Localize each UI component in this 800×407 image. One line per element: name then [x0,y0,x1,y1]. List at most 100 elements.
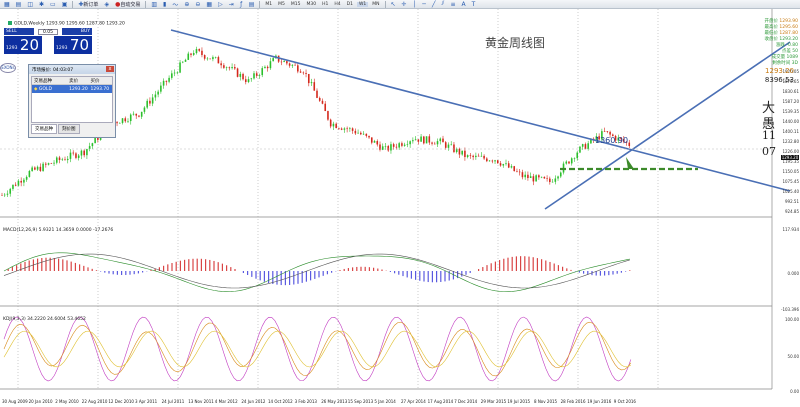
time-axis-label: 29 Mar 2015 [480,399,507,404]
chart-window[interactable]: GOLD,Weekly 1293.90 1295.60 1287.80 1293… [0,9,800,407]
candle-body [242,73,244,80]
sell-button[interactable]: 1293 20 [4,36,42,54]
candle-body [39,166,42,171]
autoscroll-icon[interactable]: ▷ [216,1,225,8]
candle-body [236,68,239,77]
timeframe-h4[interactable]: H4 [332,2,342,7]
candle-body [307,73,310,84]
timeframe-m1[interactable]: M1 [263,2,274,7]
candle-body [381,146,384,150]
price-axis-label: 1025.40 [782,189,799,194]
price-axis-label: 1226.00 [782,149,799,154]
timeframe-d1[interactable]: D1 [345,2,355,7]
candle-body [25,176,28,180]
candle-body [414,139,417,141]
candles-icon[interactable]: ▮ [161,1,168,8]
candle-body [428,136,431,143]
kdj-axis-mid: 50.00 [787,354,799,359]
fibo-icon[interactable]: ≡ [448,1,457,8]
chart-symbol-icon [8,21,12,25]
candle-body [603,131,606,132]
candle-body [58,157,61,161]
price-axis-label: 924.85 [785,209,799,214]
candle-body [264,66,266,69]
zoom-out-icon[interactable]: ⊖ [193,1,202,8]
sell-button-header[interactable]: SELL [4,28,34,35]
candle-body [31,167,33,172]
toolbar-separator [384,0,386,8]
line-chart-icon[interactable]: 〜 [170,1,180,9]
timeframe-m5[interactable]: M5 [276,2,287,7]
label-icon[interactable]: T [470,1,478,8]
candle-body [516,171,518,172]
candle-body [272,58,274,62]
tab-symbols[interactable]: 交易品种 [31,124,57,134]
new-chart-icon[interactable]: ▦ [2,1,12,8]
profiles-icon[interactable]: ▤ [14,1,24,8]
candle-body [171,73,173,78]
zoom-in-icon[interactable]: ⊕ [182,1,191,8]
candle-body [581,144,584,147]
candle-body [310,82,313,84]
bar-chart-icon[interactable]: ▥ [149,1,159,8]
timeframe-w1[interactable]: W1 [356,1,369,7]
tester-icon[interactable]: ▣ [60,1,70,8]
new-order-button[interactable]: ✚ 新订单 [76,1,100,8]
horizontal-line-icon[interactable]: ─ [420,1,428,8]
close-icon[interactable]: x [106,66,114,72]
shift-icon[interactable]: ⇥ [227,1,236,8]
candle-body [549,178,551,182]
crosshair-icon[interactable]: ✛ [400,1,409,8]
candle-body [472,155,474,158]
market-watch-titlebar[interactable]: 市场报价: 04:03:07 x [29,65,115,74]
table-row[interactable]: ◆ GOLD 1293.20 1293.70 [32,85,112,93]
market-watch-icon[interactable]: ◫ [25,1,35,8]
candle-body [431,142,433,144]
candle-body [157,91,159,95]
buy-button[interactable]: 1293 70 [54,36,92,54]
time-axis-label: 20 Jan 2010 [28,399,53,404]
timeframe-mn[interactable]: MN [370,2,381,7]
candle-body [444,142,447,148]
time-axis-label: 3 Feb 2013 [294,399,317,404]
column-header-ask[interactable]: 买价 [91,78,112,84]
lot-size-input[interactable]: 0.05 [38,29,58,35]
text-icon[interactable]: A [459,1,467,8]
timeframe-m15[interactable]: M15 [289,2,303,7]
trendline-icon[interactable]: ╱ [430,1,438,8]
vertical-line-icon[interactable]: │ [411,1,419,8]
candle-body [305,73,307,74]
chart-canvas[interactable] [0,9,800,407]
candle-body [316,90,318,98]
navigator-icon[interactable]: ✱ [37,1,46,8]
column-header-symbol[interactable]: 交易品种 [32,78,69,84]
time-axis[interactable]: 30 Aug 2009 20 Jan 2010 2 May 2010 22 Aug 2… [0,398,772,407]
time-axis-label: 30 Aug 2009 [2,399,28,404]
price-axis-label: 992.51 [785,199,799,204]
candle-body [606,131,609,132]
buy-button-header[interactable]: BUY [62,28,92,35]
cursor-icon[interactable]: ↖ [389,1,398,8]
timeframe-h1[interactable]: H1 [320,2,330,7]
metaeditor-icon[interactable]: ◈ [102,1,111,8]
market-watch-window[interactable]: 市场报价: 04:03:07 x 交易品种 卖价 买价 ◆ GOLD 1293.… [28,64,116,138]
candle-body [494,160,496,162]
column-header-bid[interactable]: 卖价 [69,78,90,84]
candle-body [450,144,453,146]
timeframe-m30[interactable]: M30 [305,2,319,7]
tile-icon[interactable]: ▦ [204,1,214,8]
indicators-icon[interactable]: ƒ [238,1,245,8]
candle-body [365,133,368,136]
market-watch-tabs: 交易品种 刻价图 [31,124,113,134]
time-axis-label: 8 Nov 2015 [534,399,558,404]
autotrade-button[interactable]: ● 自动交易 [113,1,142,8]
templates-icon[interactable]: ▤ [247,1,257,8]
tab-tick-chart[interactable]: 刻价图 [58,124,80,134]
price-axis-label: 1075.45 [782,179,799,184]
candle-body [368,135,370,138]
terminal-icon[interactable]: ▭ [48,1,58,8]
candle-body [513,166,516,172]
channel-icon[interactable]: ⫽ [439,0,446,8]
candle-body [160,85,162,92]
candle-body [579,146,581,153]
